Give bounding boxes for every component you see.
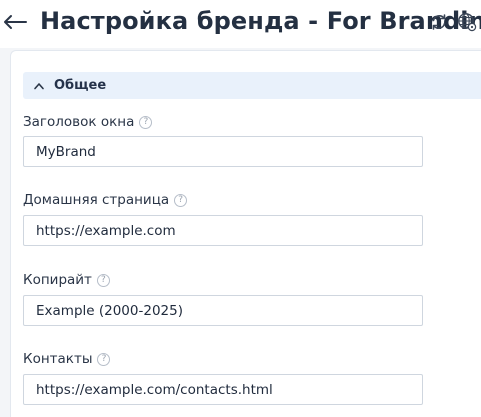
section-general-toggle[interactable]: Общее [23,72,481,99]
back-button[interactable] [2,9,28,35]
contacts-label-text: Контакты [23,351,93,367]
page-header: Настройка бренда - For Branding [0,0,481,48]
homepage-input[interactable] [23,215,423,246]
refresh-button[interactable] [428,11,450,33]
window-title-label: Заголовок окна ? [23,114,153,130]
page-title: Настройка бренда - For Branding [40,7,481,35]
section-general-label: Общее [54,78,107,93]
copyright-input[interactable] [23,295,423,326]
copyright-label-text: Копирайт [23,272,92,288]
homepage-label-text: Домашняя страница [23,192,170,208]
help-icon[interactable]: ? [139,115,153,129]
refresh-icon [432,14,446,30]
arrow-left-icon [4,15,27,29]
chevron-up-icon [33,80,45,92]
help-icon[interactable]: ? [97,352,111,366]
header-actions [428,11,478,33]
help-icon[interactable]: ? [174,193,188,207]
window-title-input[interactable] [23,136,423,167]
language-button[interactable] [456,11,478,33]
copyright-label: Копирайт ? [23,272,110,288]
settings-card: Общее Заголовок окна ? Домашняя страница… [10,50,481,417]
globe-icon [458,13,477,32]
contacts-input[interactable] [23,374,423,405]
window-title-label-text: Заголовок окна [23,114,135,130]
content-panel: Общее Заголовок окна ? Домашняя страница… [0,48,481,417]
homepage-label: Домашняя страница ? [23,192,188,208]
help-icon[interactable]: ? [96,273,110,287]
contacts-label: Контакты ? [23,351,111,367]
